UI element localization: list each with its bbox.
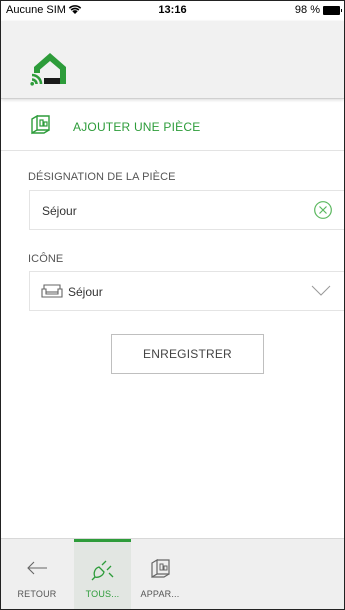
tab-back[interactable]: RETOUR (1, 539, 73, 609)
battery-icon (323, 6, 342, 15)
tab-all-label: TOUS... (85, 589, 120, 599)
bottom-tab-bar: RETOUR TOUS... APPAR... (1, 538, 344, 609)
room-name-label: DÉSIGNATION DE LA PIÈCE (28, 171, 176, 183)
arrow-left-icon (1, 559, 73, 577)
sofa-icon (41, 283, 63, 304)
tab-devices-label: APPAR... (140, 589, 180, 599)
room-plan-icon (29, 114, 51, 140)
page-title-bar: AJOUTER UNE PIÈCE (1, 101, 344, 151)
tab-all[interactable]: TOUS... (74, 539, 131, 609)
tab-devices[interactable]: APPAR... (132, 539, 188, 609)
room-name-value: Séjour (42, 204, 77, 218)
chevron-down-icon (311, 284, 331, 302)
clock-text: 13:16 (158, 4, 187, 16)
icon-label: ICÔNE (28, 253, 64, 265)
house-signal-logo-icon (29, 51, 71, 92)
room-plan-icon (132, 559, 188, 579)
save-button[interactable]: ENREGISTRER (111, 334, 264, 374)
tab-back-label: RETOUR (17, 589, 57, 599)
app-screen: Aucune SIM 13:16 98 % AJOUTER UNE PIÈCE … (0, 0, 345, 610)
status-bar: Aucune SIM 13:16 98 % (1, 1, 344, 21)
app-header (1, 21, 344, 99)
icon-select[interactable]: Séjour (29, 271, 344, 311)
clear-icon[interactable] (313, 200, 333, 225)
room-name-field[interactable]: Séjour (29, 190, 344, 230)
page-title: AJOUTER UNE PIÈCE (73, 120, 201, 134)
icon-select-value: Séjour (68, 285, 103, 299)
battery-percent: 98 % (294, 4, 320, 16)
plug-icon (74, 559, 131, 581)
